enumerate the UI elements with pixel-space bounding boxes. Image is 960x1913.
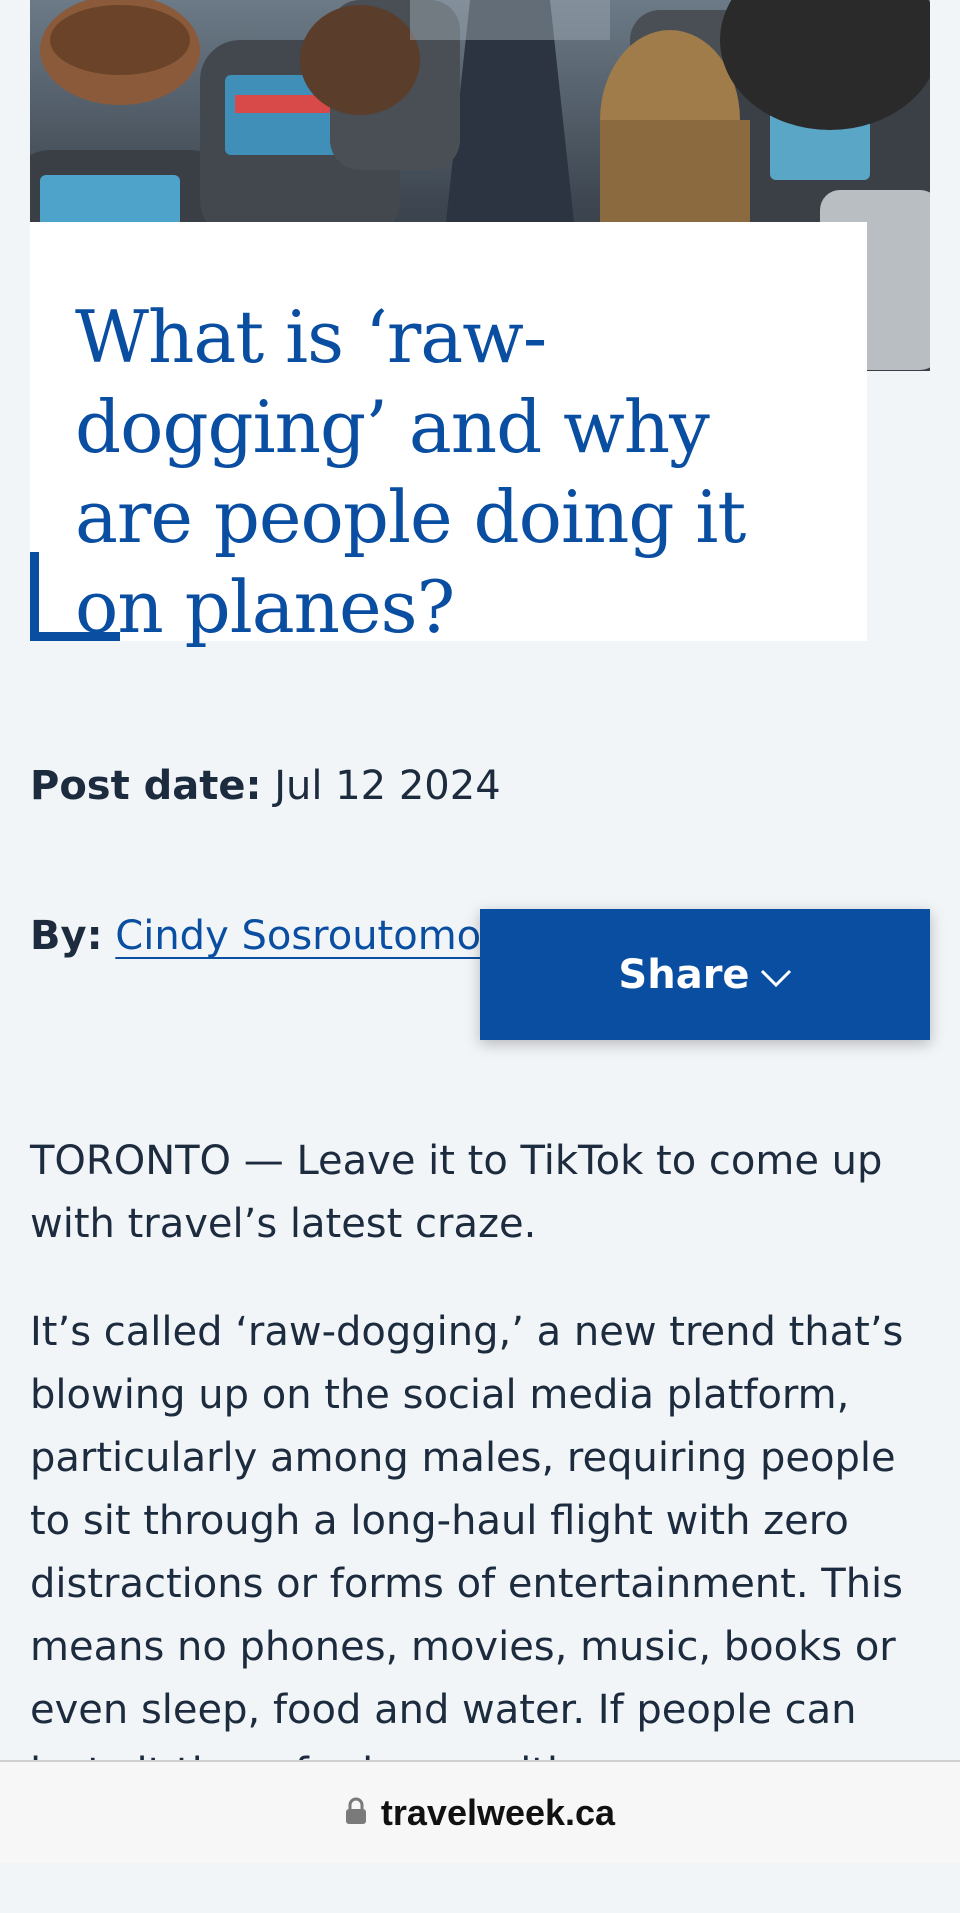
- site-domain: travelweek.ca: [380, 1791, 616, 1833]
- title-corner-accent: [30, 552, 39, 641]
- lock-icon: [345, 1792, 367, 1834]
- post-date: Post date: Jul 12 2024: [30, 760, 501, 812]
- byline-label: By:: [30, 913, 103, 959]
- post-date-label: Post date:: [30, 763, 262, 809]
- author-link[interactable]: Cindy Sosroutomo: [115, 913, 481, 959]
- byline: By: Cindy Sosroutomo: [30, 910, 481, 962]
- chevron-down-icon: [760, 952, 792, 998]
- post-date-value: Jul 12 2024: [274, 763, 501, 809]
- browser-address-bar[interactable]: travelweek.ca: [0, 1760, 960, 1863]
- share-button-label: Share: [618, 951, 750, 998]
- share-button[interactable]: Share: [480, 909, 930, 1040]
- article-paragraph: TORONTO — Leave it to TikTok to come up …: [30, 1138, 883, 1247]
- article-title: What is ‘raw-dogging’ and why are people…: [75, 295, 746, 649]
